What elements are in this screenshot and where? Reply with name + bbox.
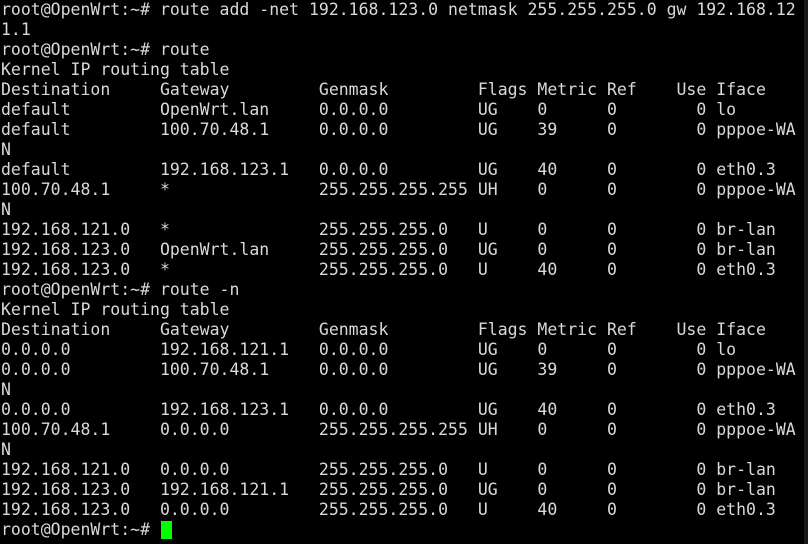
prompt-line[interactable]: root@OpenWrt:~#: [1, 520, 808, 540]
terminal-line: N: [1, 140, 11, 159]
cursor: [160, 521, 172, 539]
terminal-line: N: [1, 440, 11, 459]
terminal-line: Destination Gateway Genmask Flags Metric…: [1, 80, 766, 99]
terminal-line: default 100.70.48.1 0.0.0.0 UG 39 0 0 pp…: [1, 120, 796, 139]
terminal-line: 192.168.123.0 * 255.255.255.0 U 40 0 0 e…: [1, 260, 776, 279]
terminal-line: N: [1, 200, 11, 219]
terminal-line: 1.1: [1, 20, 31, 39]
terminal-line: root@OpenWrt:~# route: [1, 40, 210, 59]
terminal-line: 192.168.123.0 192.168.121.1 255.255.255.…: [1, 480, 776, 499]
terminal-line: default 192.168.123.1 0.0.0.0 UG 40 0 0 …: [1, 160, 776, 179]
terminal-line: 100.70.48.1 0.0.0.0 255.255.255.255 UH 0…: [1, 420, 796, 439]
terminal-line: root@OpenWrt:~# route add -net 192.168.1…: [1, 0, 796, 19]
terminal-line: root@OpenWrt:~# route -n: [1, 280, 240, 299]
terminal-line: 192.168.121.0 * 255.255.255.0 U 0 0 0 br…: [1, 220, 776, 239]
terminal-line: Destination Gateway Genmask Flags Metric…: [1, 320, 766, 339]
terminal-line: N: [1, 380, 11, 399]
scrollbar[interactable]: [804, 0, 808, 544]
terminal-line: 192.168.123.0 0.0.0.0 255.255.255.0 U 40…: [1, 500, 776, 519]
terminal-line: default OpenWrt.lan 0.0.0.0 UG 0 0 0 lo: [1, 100, 737, 119]
shell-prompt: root@OpenWrt:~#: [1, 520, 160, 539]
terminal-line: Kernel IP routing table: [1, 300, 230, 319]
terminal-line: 0.0.0.0 100.70.48.1 0.0.0.0 UG 39 0 0 pp…: [1, 360, 796, 379]
terminal-line: 100.70.48.1 * 255.255.255.255 UH 0 0 0 p…: [1, 180, 796, 199]
terminal-line: 0.0.0.0 192.168.121.1 0.0.0.0 UG 0 0 0 l…: [1, 340, 737, 359]
terminal-line: 0.0.0.0 192.168.123.1 0.0.0.0 UG 40 0 0 …: [1, 400, 776, 419]
terminal-line: 192.168.123.0 OpenWrt.lan 255.255.255.0 …: [1, 240, 776, 259]
terminal-line: 192.168.121.0 0.0.0.0 255.255.255.0 U 0 …: [1, 460, 776, 479]
terminal-line: Kernel IP routing table: [1, 60, 230, 79]
terminal-window[interactable]: root@OpenWrt:~# route add -net 192.168.1…: [0, 0, 808, 544]
